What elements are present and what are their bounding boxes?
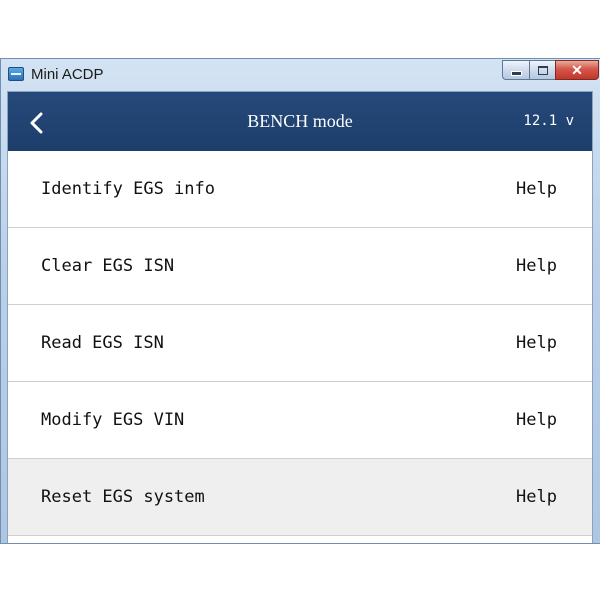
close-button[interactable]: ✕	[555, 60, 599, 80]
close-icon: ✕	[571, 61, 583, 78]
menu-item-label: Reset EGS system	[41, 487, 205, 507]
menu-item-label: Identify EGS info	[41, 179, 215, 199]
window-controls: ✕	[502, 60, 599, 80]
help-link[interactable]: Help	[516, 333, 557, 353]
menu-item-partial[interactable]	[8, 536, 592, 543]
menu-item-label: Read EGS ISN	[41, 333, 164, 353]
help-link[interactable]: Help	[516, 256, 557, 276]
menu-item-label: Clear EGS ISN	[41, 256, 175, 276]
help-link[interactable]: Help	[516, 487, 557, 507]
menu-item-read-egs-isn[interactable]: Read EGS ISN Help	[8, 305, 592, 382]
minimize-button[interactable]	[502, 60, 529, 80]
maximize-button[interactable]	[529, 60, 555, 80]
minimize-icon	[510, 70, 522, 76]
maximize-icon	[537, 65, 548, 75]
voltage-readout: 12.1 v	[523, 113, 574, 129]
app-header: BENCH mode 12.1 v	[8, 92, 592, 151]
menu-item-label: Modify EGS VIN	[41, 410, 185, 430]
menu-item-modify-egs-vin[interactable]: Modify EGS VIN Help	[8, 382, 592, 459]
menu-item-reset-egs-system[interactable]: Reset EGS system Help	[8, 459, 592, 536]
app-icon	[8, 67, 24, 81]
client-area: BENCH mode 12.1 v Identify EGS info Help…	[7, 91, 593, 543]
function-menu: Identify EGS info Help Clear EGS ISN Hel…	[8, 151, 592, 543]
app-window: Mini ACDP ✕ BENCH mode 12.1 v Identify E…	[0, 58, 600, 544]
help-link[interactable]: Help	[516, 410, 557, 430]
help-link[interactable]: Help	[516, 179, 557, 199]
window-titlebar[interactable]: Mini ACDP ✕	[1, 59, 600, 91]
menu-item-clear-egs-isn[interactable]: Clear EGS ISN Help	[8, 228, 592, 305]
page-title: BENCH mode	[247, 111, 353, 131]
menu-item-identify-egs-info[interactable]: Identify EGS info Help	[8, 151, 592, 228]
window-title: Mini ACDP	[31, 66, 104, 83]
